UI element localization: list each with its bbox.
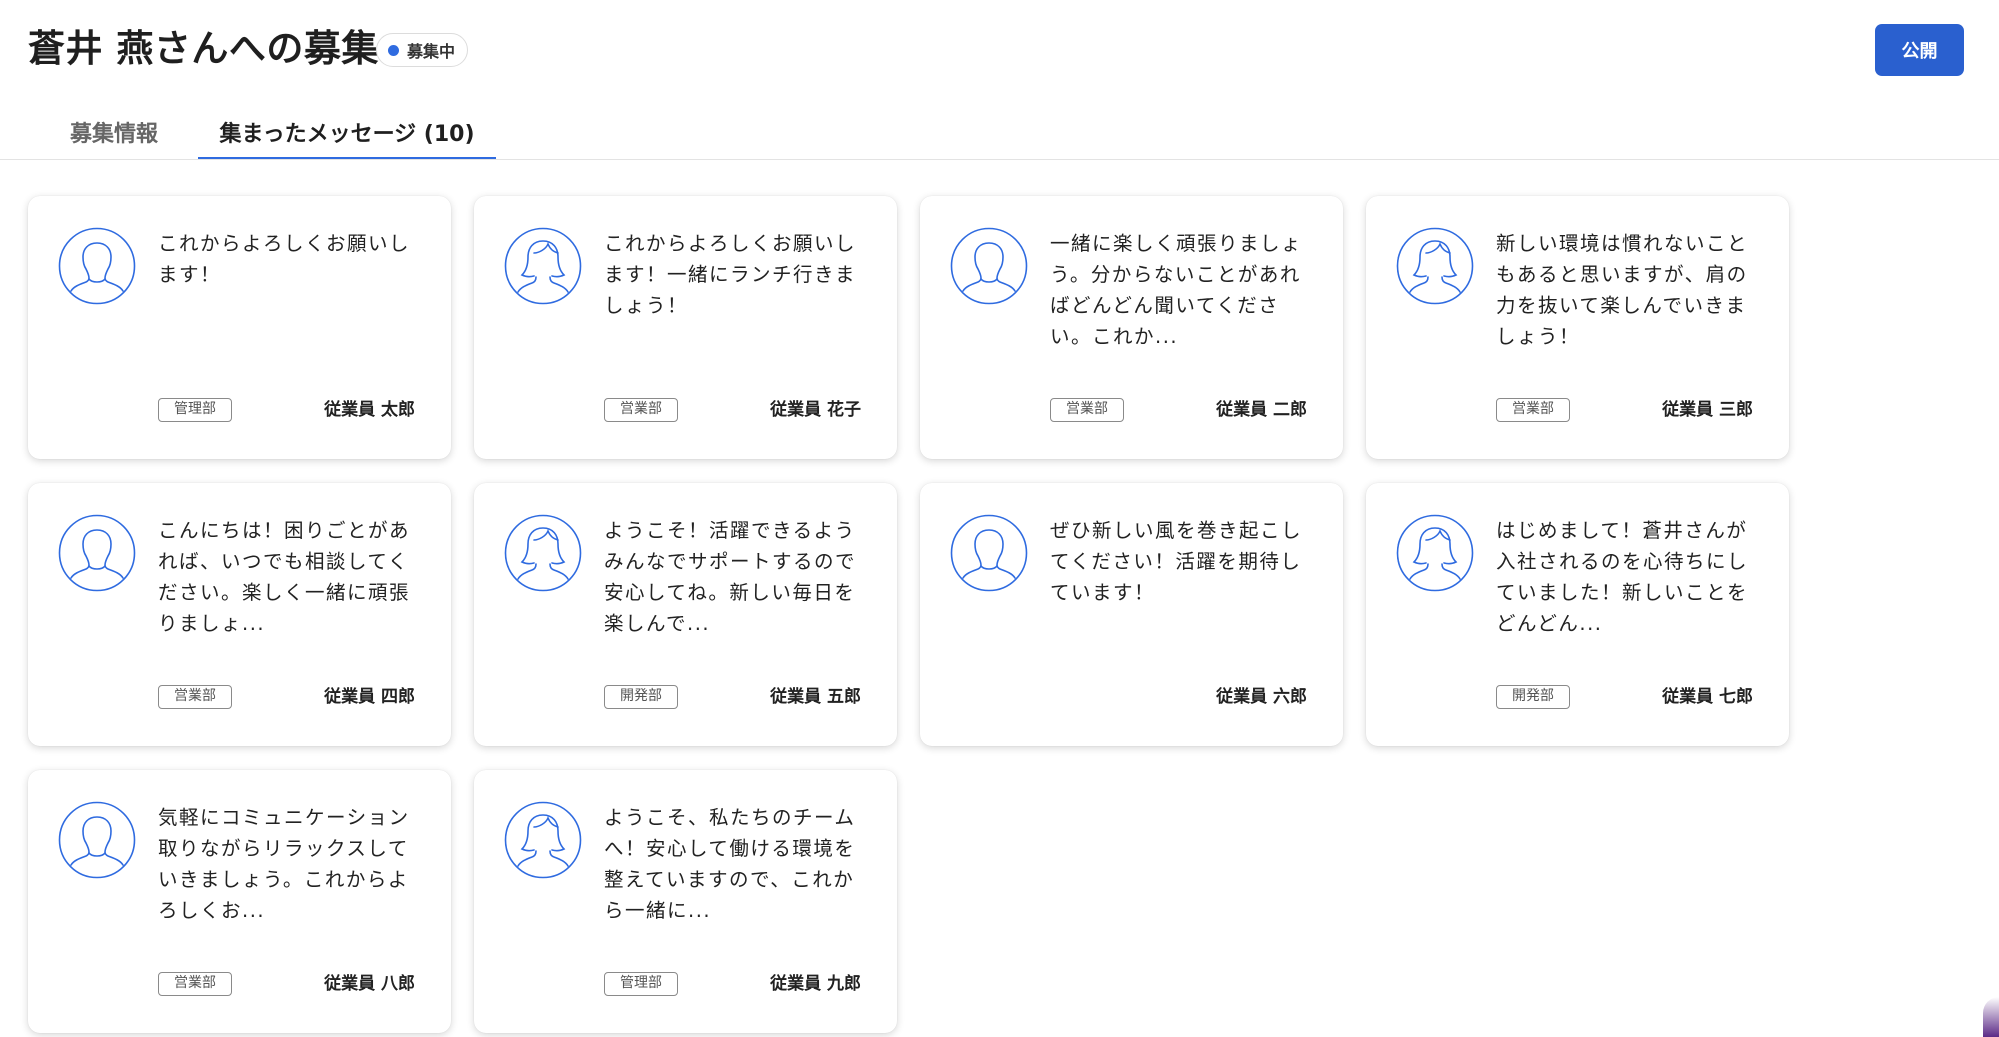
- female-avatar-icon: [1396, 514, 1474, 592]
- message-card[interactable]: ようこそ！活躍できるようみんなでサポートするので安心してね。新しい毎日を楽しんで…: [474, 483, 897, 746]
- employee-name: 従業員 二郎: [1216, 400, 1307, 420]
- male-avatar-icon: [950, 514, 1028, 592]
- message-text: こんにちは！困りごとがあれば、いつでも相談してください。楽しく一緒に頑張りましょ…: [158, 519, 411, 635]
- publish-button[interactable]: 公開: [1875, 24, 1964, 76]
- employee-name: 従業員 三郎: [1662, 400, 1753, 420]
- status-badge: 募集中: [376, 33, 469, 67]
- employee-name: 従業員 六郎: [1216, 687, 1307, 707]
- tab-label: 募集情報: [69, 122, 158, 147]
- female-avatar-icon: [504, 801, 582, 879]
- message-card[interactable]: ぜひ新しい風を巻き起こしてください！活躍を期待しています！ 従業員 六郎: [920, 483, 1343, 746]
- male-avatar-icon: [950, 227, 1028, 305]
- message-card-grid: これからよろしくお願いします！ 管理部 従業員 太郎 これからよろしくお願いします！一…: [28, 196, 1789, 1033]
- department-badge: 管理部: [158, 398, 232, 422]
- employee-name: 従業員 八郎: [324, 974, 415, 994]
- page-title: 蒼井 燕さんへの募集: [28, 27, 379, 70]
- message-card[interactable]: 新しい環境は慣れないこともあると思いますが、肩の力を抜いて楽しんでいきましょう！…: [1366, 196, 1789, 459]
- message-text: ぜひ新しい風を巻き起こしてください！活躍を期待しています！: [1050, 519, 1303, 604]
- tab-collected-messages[interactable]: 集まったメッセージ (10): [198, 110, 496, 160]
- department-badge: 営業部: [1050, 398, 1124, 422]
- message-text: はじめまして！蒼井さんが入社されるのを心待ちにしていました！新しいことをどんどん…: [1496, 519, 1749, 635]
- message-text: 新しい環境は慣れないこともあると思いますが、肩の力を抜いて楽しんでいきましょう！: [1496, 232, 1749, 348]
- message-card[interactable]: ようこそ、私たちのチームへ！安心して働ける環境を整えていますので、これから一緒に…: [474, 770, 897, 1033]
- employee-name: 従業員 七郎: [1662, 687, 1753, 707]
- message-card[interactable]: 気軽にコミュニケーション取りながらリラックスしていきましょう。これからよろしくお…: [28, 770, 451, 1033]
- status-dot-icon: [388, 44, 399, 56]
- corner-decoration: [1983, 997, 1999, 1037]
- tab-recruitment-info[interactable]: 募集情報: [58, 110, 170, 160]
- department-badge: 管理部: [604, 972, 678, 996]
- department-badge: 営業部: [604, 398, 678, 422]
- employee-name: 従業員 四郎: [324, 687, 415, 707]
- department-badge: 開発部: [1496, 685, 1570, 709]
- tab-label: 集まったメッセージ (10): [219, 122, 475, 147]
- message-text: ようこそ、私たちのチームへ！安心して働ける環境を整えていますので、これから一緒に…: [604, 806, 856, 922]
- department-badge: 開発部: [604, 685, 678, 709]
- female-avatar-icon: [504, 227, 582, 305]
- department-badge: 営業部: [1496, 398, 1570, 422]
- message-text: これからよろしくお願いします！: [158, 232, 411, 286]
- message-text: これからよろしくお願いします！一緒にランチ行きましょう！: [604, 232, 857, 317]
- message-card[interactable]: これからよろしくお願いします！ 管理部 従業員 太郎: [28, 196, 451, 459]
- header-divider: [0, 159, 1999, 160]
- department-badge: 営業部: [158, 972, 232, 996]
- employee-name: 従業員 五郎: [770, 687, 861, 707]
- message-card[interactable]: 一緒に楽しく頑張りましょう。分からないことがあればどんどん聞いてください。これか…: [920, 196, 1343, 459]
- status-label: 募集中: [407, 42, 456, 61]
- message-card[interactable]: はじめまして！蒼井さんが入社されるのを心待ちにしていました！新しいことをどんどん…: [1366, 483, 1789, 746]
- female-avatar-icon: [1396, 227, 1474, 305]
- employee-name: 従業員 太郎: [324, 400, 415, 420]
- message-text: 一緒に楽しく頑張りましょう。分からないことがあればどんどん聞いてください。これか…: [1050, 232, 1303, 348]
- message-text: 気軽にコミュニケーション取りながらリラックスしていきましょう。これからよろしくお…: [158, 806, 410, 922]
- employee-name: 従業員 花子: [770, 400, 861, 420]
- male-avatar-icon: [58, 514, 136, 592]
- message-card[interactable]: これからよろしくお願いします！一緒にランチ行きましょう！ 営業部 従業員 花子: [474, 196, 897, 459]
- message-card[interactable]: こんにちは！困りごとがあれば、いつでも相談してください。楽しく一緒に頑張りましょ…: [28, 483, 451, 746]
- tab-bar: 募集情報 集まったメッセージ (10): [0, 110, 1999, 160]
- message-text: ようこそ！活躍できるようみんなでサポートするので安心してね。新しい毎日を楽しんで…: [604, 519, 857, 635]
- employee-name: 従業員 九郎: [770, 974, 861, 994]
- female-avatar-icon: [504, 514, 582, 592]
- male-avatar-icon: [58, 801, 136, 879]
- department-badge: 営業部: [158, 685, 232, 709]
- male-avatar-icon: [58, 227, 136, 305]
